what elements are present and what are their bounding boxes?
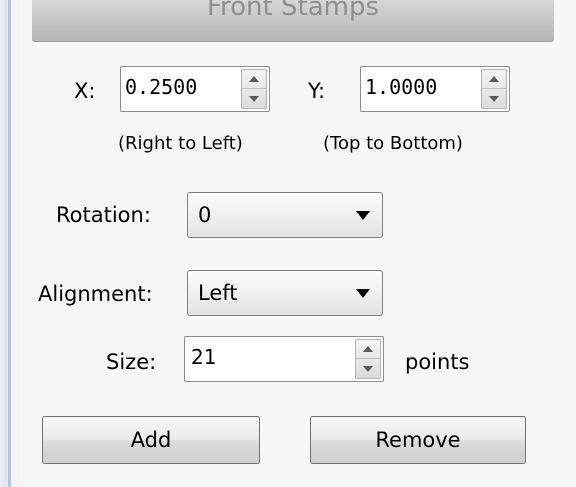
x-label: X: bbox=[74, 79, 96, 103]
panel-header: Front Stamps bbox=[32, 0, 554, 42]
y-spin-up-button[interactable] bbox=[482, 70, 506, 89]
add-button[interactable]: Add bbox=[42, 416, 260, 464]
x-spin-up-button[interactable] bbox=[242, 70, 266, 89]
x-hint: (Right to Left) bbox=[118, 133, 243, 154]
size-spin-buttons[interactable] bbox=[355, 339, 381, 379]
dropdown-arrow-icon bbox=[356, 289, 370, 298]
x-spin-down-button[interactable] bbox=[242, 89, 266, 108]
down-arrow-icon bbox=[363, 365, 373, 372]
panel-title: Front Stamps bbox=[206, 0, 380, 22]
front-stamps-panel-window: Front Stamps X: 0.2500 Y: 1.0000 (Right … bbox=[0, 0, 576, 487]
remove-button[interactable]: Remove bbox=[310, 416, 526, 464]
dropdown-arrow-icon bbox=[356, 211, 370, 220]
rotation-dropdown[interactable]: 0 bbox=[187, 192, 383, 238]
y-label: Y: bbox=[308, 79, 326, 103]
size-value[interactable]: 21 bbox=[191, 345, 216, 369]
y-spinbox[interactable]: 1.0000 bbox=[360, 66, 510, 112]
size-spinbox[interactable]: 21 bbox=[184, 336, 384, 382]
y-spin-down-button[interactable] bbox=[482, 89, 506, 108]
alignment-label: Alignment: bbox=[38, 282, 153, 306]
y-hint: (Top to Bottom) bbox=[323, 133, 463, 154]
x-spin-buttons[interactable] bbox=[241, 69, 267, 109]
down-arrow-icon bbox=[249, 95, 259, 102]
y-value[interactable]: 1.0000 bbox=[365, 75, 437, 99]
up-arrow-icon bbox=[489, 76, 499, 82]
down-arrow-icon bbox=[489, 95, 499, 102]
size-spin-up-button[interactable] bbox=[356, 340, 380, 359]
front-stamps-panel: Front Stamps X: 0.2500 Y: 1.0000 (Right … bbox=[20, 0, 576, 487]
window-left-divider bbox=[8, 0, 11, 487]
alignment-dropdown[interactable]: Left bbox=[187, 270, 383, 316]
rotation-value: 0 bbox=[198, 203, 212, 227]
y-spin-buttons[interactable] bbox=[481, 69, 507, 109]
rotation-label: Rotation: bbox=[56, 203, 151, 227]
size-label: Size: bbox=[106, 350, 157, 374]
alignment-value: Left bbox=[198, 281, 238, 305]
up-arrow-icon bbox=[249, 76, 259, 82]
x-spinbox[interactable]: 0.2500 bbox=[120, 66, 270, 112]
up-arrow-icon bbox=[363, 346, 373, 352]
x-value[interactable]: 0.2500 bbox=[125, 75, 197, 99]
size-unit: points bbox=[405, 350, 470, 374]
size-spin-down-button[interactable] bbox=[356, 359, 380, 378]
